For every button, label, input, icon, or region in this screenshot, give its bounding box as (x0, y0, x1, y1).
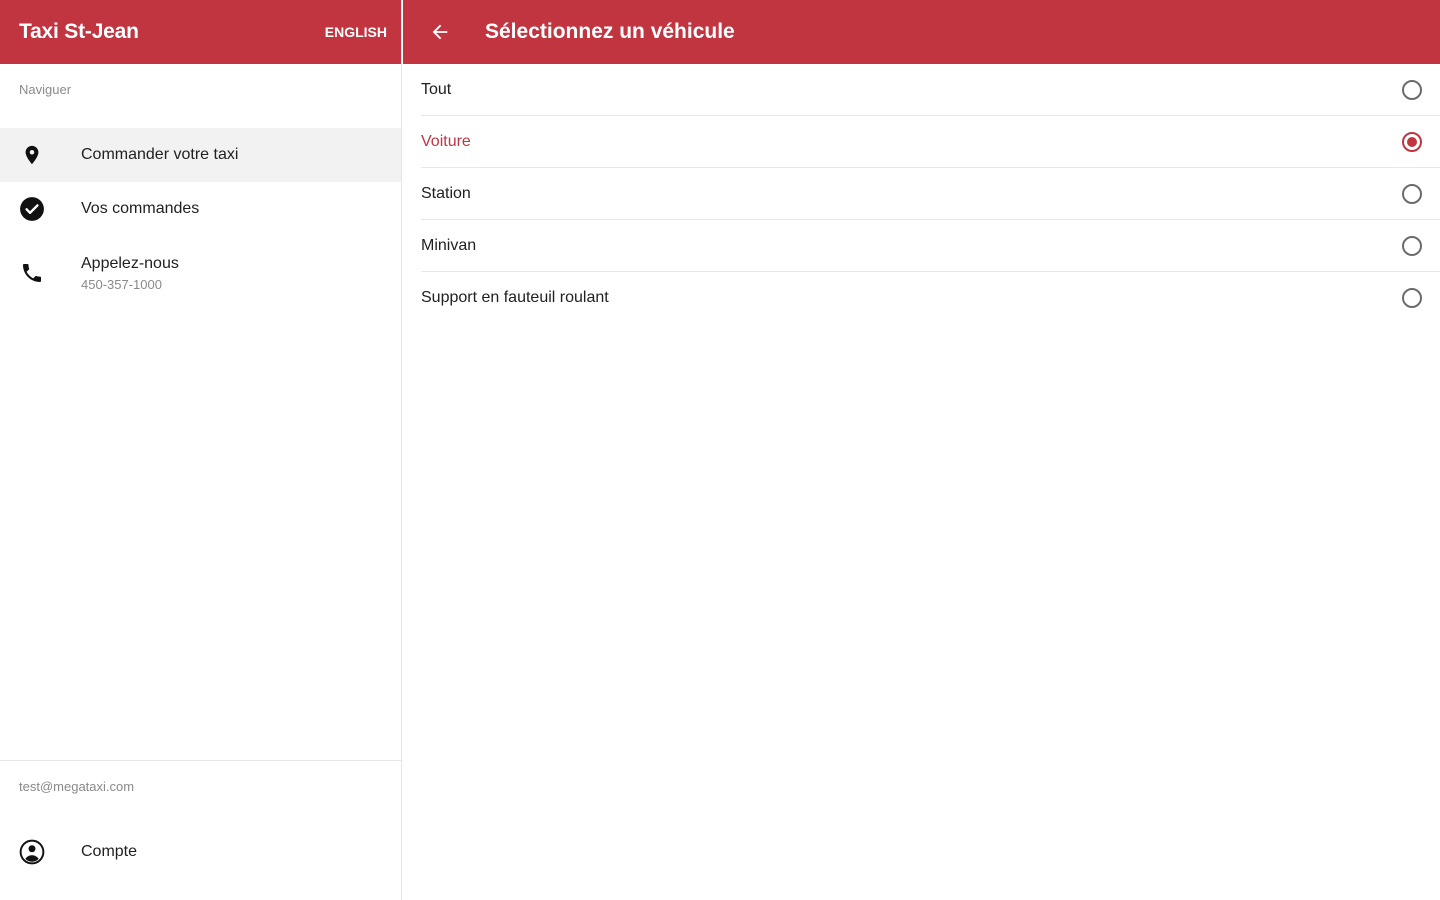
vehicle-options-list: Tout Voiture Station Minivan Support en … (403, 64, 1440, 324)
option-label: Voiture (421, 132, 471, 150)
nav-item-order-taxi[interactable]: Commander votre taxi (0, 128, 401, 182)
radio-button[interactable] (1402, 183, 1422, 204)
drawer-header: Taxi St-Jean ENGLISH (0, 0, 401, 64)
nav-item-account[interactable]: Compte (0, 825, 401, 879)
vehicle-option-minivan[interactable]: Minivan (421, 220, 1440, 272)
phone-number: 450-357-1000 (81, 276, 162, 292)
phone-icon (19, 260, 45, 286)
nav-section-label: Naviguer (19, 82, 72, 97)
nav-item-my-orders[interactable]: Vos commandes (0, 182, 401, 236)
vehicle-option-station[interactable]: Station (421, 168, 1440, 220)
back-button[interactable] (427, 19, 453, 45)
nav-item-text-group: Appelez-nous 450-357-1000 (81, 255, 179, 292)
brand-title: Taxi St-Jean (19, 20, 139, 43)
vehicle-option-wheelchair[interactable]: Support en fauteuil roulant (421, 272, 1440, 324)
vehicle-selection-panel: Sélectionnez un véhicule Tout Voiture St… (403, 0, 1440, 900)
drawer-footer: test@megataxi.com Compte (0, 760, 401, 900)
nav-item-label: Commander votre taxi (81, 146, 239, 163)
account-circle-icon (19, 839, 45, 865)
nav-item-label: Appelez-nous (81, 254, 179, 272)
vehicle-option-voiture[interactable]: Voiture (421, 116, 1440, 168)
navigation-drawer: Taxi St-Jean ENGLISH Naviguer Commander … (0, 0, 402, 900)
location-pin-icon (19, 142, 45, 168)
radio-button[interactable] (1402, 288, 1422, 308)
nav-item-label: Vos commandes (81, 200, 200, 217)
option-label: Station (421, 184, 471, 202)
option-label: Tout (421, 80, 452, 98)
radio-button[interactable] (1402, 131, 1422, 152)
language-toggle-button[interactable]: ENGLISH (325, 24, 387, 40)
arrow-back-icon (432, 24, 448, 40)
option-label: Minivan (421, 236, 477, 254)
option-label: Support en fauteuil roulant (421, 289, 609, 306)
nav-item-label: Compte (81, 843, 138, 860)
check-circle-icon (19, 196, 45, 222)
account-email: test@megataxi.com (19, 779, 135, 794)
radio-button[interactable] (1402, 79, 1422, 100)
radio-button[interactable] (1402, 235, 1422, 256)
vehicle-option-tout[interactable]: Tout (421, 64, 1440, 116)
panel-header: Sélectionnez un véhicule (403, 0, 1440, 64)
page-title: Sélectionnez un véhicule (485, 20, 735, 43)
radio-selected-dot (1407, 136, 1417, 147)
nav-item-call-us[interactable]: Appelez-nous 450-357-1000 (0, 236, 401, 310)
